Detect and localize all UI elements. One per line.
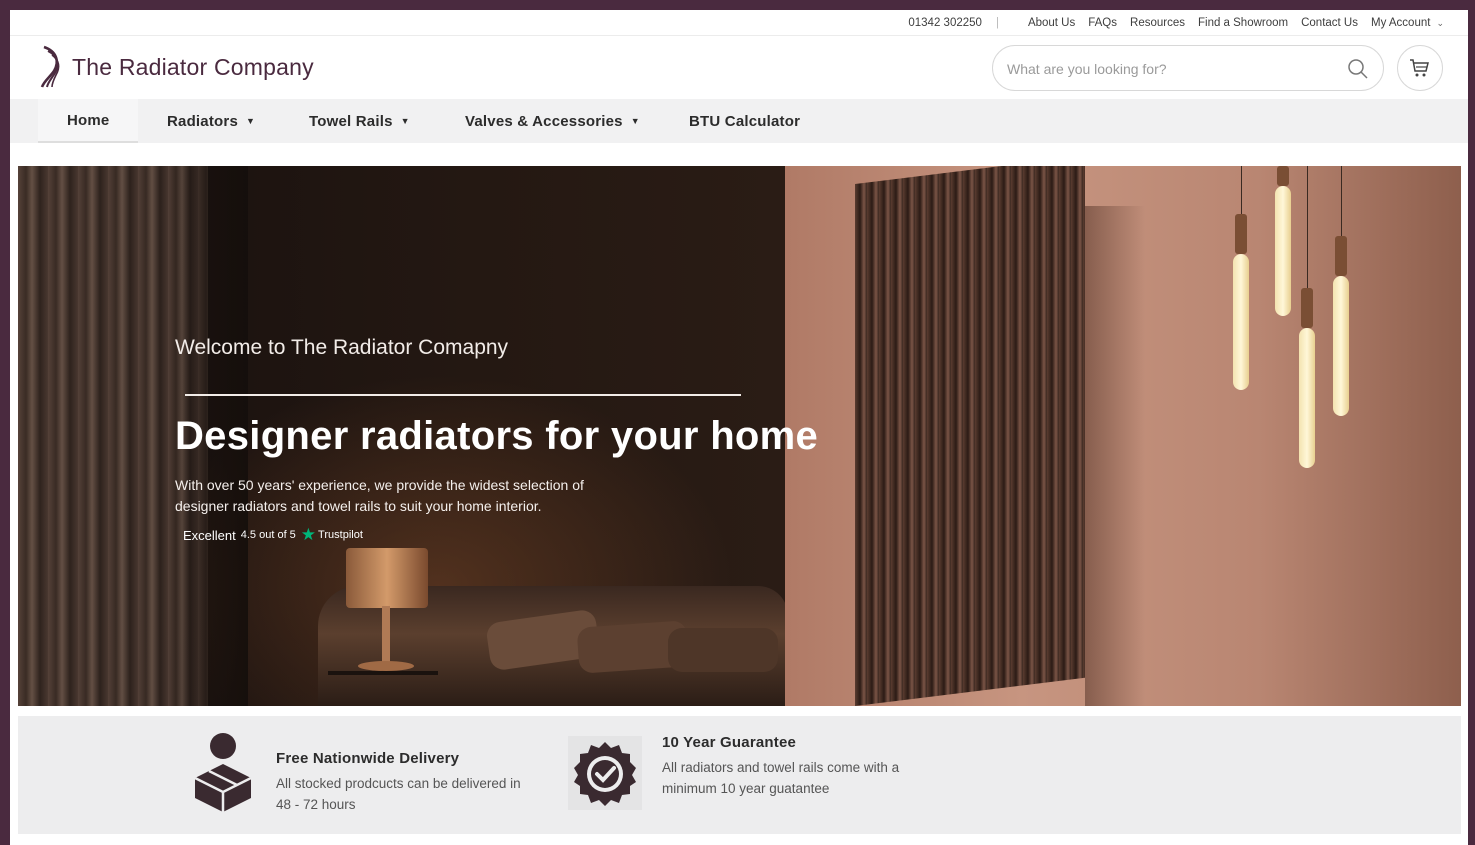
logo[interactable]: The Radiator Company xyxy=(38,45,314,89)
trustpilot-star-icon: ★ xyxy=(300,525,317,544)
radiator-shadow xyxy=(1085,206,1145,706)
nav-label: Home xyxy=(67,111,110,129)
lamp-graphic xyxy=(346,548,428,608)
my-account-link[interactable]: My Account ⌄ xyxy=(1371,17,1444,29)
trustpilot-widget[interactable]: Excellent 4.5 out of 5 ★ Trustpilot xyxy=(183,525,895,545)
rating-score: 4.5 out of 5 xyxy=(240,529,296,541)
pendant-cap xyxy=(1301,288,1313,328)
hero-description: With over 50 years' experience, we provi… xyxy=(175,477,584,514)
nav-home[interactable]: Home xyxy=(38,99,139,143)
main-nav: Home Radiators ▼ Towel Rails ▼ Valves & Ac… xyxy=(10,99,1468,143)
benefit-title: 10 Year Guarantee xyxy=(662,734,797,751)
delivery-box-icon xyxy=(194,733,252,812)
nav-radiators[interactable]: Radiators ▼ xyxy=(167,99,255,143)
pendant-light-graphic xyxy=(1333,276,1349,416)
hero-headline: Designer radiators for your home xyxy=(175,414,819,458)
header: The Radiator Company xyxy=(10,37,1468,99)
faqs-link[interactable]: FAQs xyxy=(1088,17,1117,29)
benefits-strip: Free Nationwide Delivery All stocked pro… xyxy=(18,716,1461,834)
nav-label: Valves & Accessories xyxy=(465,112,623,130)
trustpilot-label: Trustpilot xyxy=(318,529,363,541)
about-us-link[interactable]: About Us xyxy=(1028,17,1075,29)
benefit-text-block: 10 Year Guarantee All radiators and towe… xyxy=(662,734,922,810)
pendant-wire xyxy=(1307,166,1308,291)
lamp-base xyxy=(358,661,414,671)
resources-link[interactable]: Resources xyxy=(1130,17,1185,29)
benefit-delivery: Free Nationwide Delivery All stocked pro… xyxy=(190,732,531,816)
guarantee-icon-box xyxy=(568,736,642,810)
hero-banner[interactable]: Welcome to The Radiator Comapny Designer… xyxy=(18,166,1461,706)
benefit-title: Free Nationwide Delivery xyxy=(276,750,460,767)
cart-button[interactable] xyxy=(1397,45,1443,91)
pendant-wire xyxy=(1341,166,1342,238)
logo-text: The Radiator Company xyxy=(72,53,314,80)
contact-us-link[interactable]: Contact Us xyxy=(1301,17,1358,29)
nav-label: BTU Calculator xyxy=(689,112,801,130)
pendant-light-graphic xyxy=(1299,328,1315,468)
nav-btu-calculator[interactable]: BTU Calculator xyxy=(689,99,800,143)
pendant-cap xyxy=(1277,166,1289,186)
dropdown-caret-icon: ▼ xyxy=(400,116,410,126)
rating-word: Excellent xyxy=(183,527,236,543)
search-box[interactable] xyxy=(992,45,1384,91)
chevron-down-icon: ⌄ xyxy=(1436,17,1444,28)
nav-towel-rails[interactable]: Towel Rails ▼ xyxy=(309,99,410,143)
radiator-company-logo-icon xyxy=(40,45,60,88)
pendant-light-graphic xyxy=(1233,254,1249,390)
hero-copy: Welcome to The Radiator Comapny Designer… xyxy=(175,336,895,545)
pendant-light-graphic xyxy=(1275,186,1291,316)
nav-label: Radiators xyxy=(167,112,238,130)
lamp-stem xyxy=(382,606,390,666)
phone-number[interactable]: 01342 302250 xyxy=(908,17,982,29)
pendant-cap xyxy=(1335,236,1347,276)
search-icon[interactable] xyxy=(1347,58,1369,85)
benefit-description: All stocked prodcucts can be delivered i… xyxy=(276,776,521,812)
search-input[interactable] xyxy=(1007,58,1327,80)
pendant-cap xyxy=(1235,214,1247,254)
nav-label: Towel Rails xyxy=(309,112,393,130)
guarantee-badge-icon xyxy=(574,742,636,806)
pillow-graphic xyxy=(668,628,778,672)
benefit-text-block: Free Nationwide Delivery All stocked pro… xyxy=(276,750,531,816)
dropdown-caret-icon: ▼ xyxy=(246,116,256,126)
utility-separator: | xyxy=(995,16,999,29)
shopping-cart-icon xyxy=(1410,59,1429,77)
nav-valves-accessories[interactable]: Valves & Accessories ▼ xyxy=(465,99,640,143)
utility-bar: 01342 302250 | About Us FAQs Resources F… xyxy=(10,10,1468,36)
my-account-label: My Account xyxy=(1371,16,1431,29)
hero-divider xyxy=(185,394,741,396)
benefit-description: All radiators and towel rails come with … xyxy=(662,760,900,796)
side-table-graphic xyxy=(328,671,438,706)
hero-welcome: Welcome to The Radiator Comapny xyxy=(175,336,509,359)
benefit-guarantee: 10 Year Guarantee All radiators and towe… xyxy=(568,734,922,810)
find-showroom-link[interactable]: Find a Showroom xyxy=(1198,17,1288,29)
pendant-wire xyxy=(1241,166,1242,216)
page: 01342 302250 | About Us FAQs Resources F… xyxy=(10,10,1468,845)
dropdown-caret-icon: ▼ xyxy=(630,116,640,126)
